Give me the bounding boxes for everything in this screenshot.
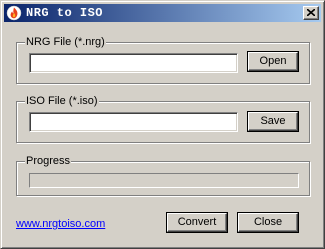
open-button[interactable]: Open — [248, 52, 298, 71]
progress-bar — [29, 173, 299, 188]
window-close-button[interactable] — [303, 6, 319, 20]
window-title: NRG to ISO — [26, 6, 104, 20]
iso-file-group-label: ISO File (*.iso) — [25, 94, 99, 108]
nrg-file-input[interactable] — [29, 53, 238, 73]
save-button[interactable]: Save — [248, 112, 298, 131]
flame-icon — [6, 5, 22, 21]
close-icon — [307, 9, 315, 16]
nrg-file-group-label: NRG File (*.nrg) — [25, 35, 106, 49]
title-bar[interactable]: NRG to ISO — [4, 4, 321, 22]
convert-button[interactable]: Convert — [167, 213, 227, 232]
iso-file-input[interactable] — [29, 112, 238, 132]
website-link[interactable]: www.nrgtoiso.com — [16, 217, 105, 231]
close-button[interactable]: Close — [238, 213, 298, 232]
progress-group-label: Progress — [25, 154, 72, 168]
app-window: NRG to ISO NRG File (*.nrg) Open ISO Fil… — [0, 0, 325, 249]
